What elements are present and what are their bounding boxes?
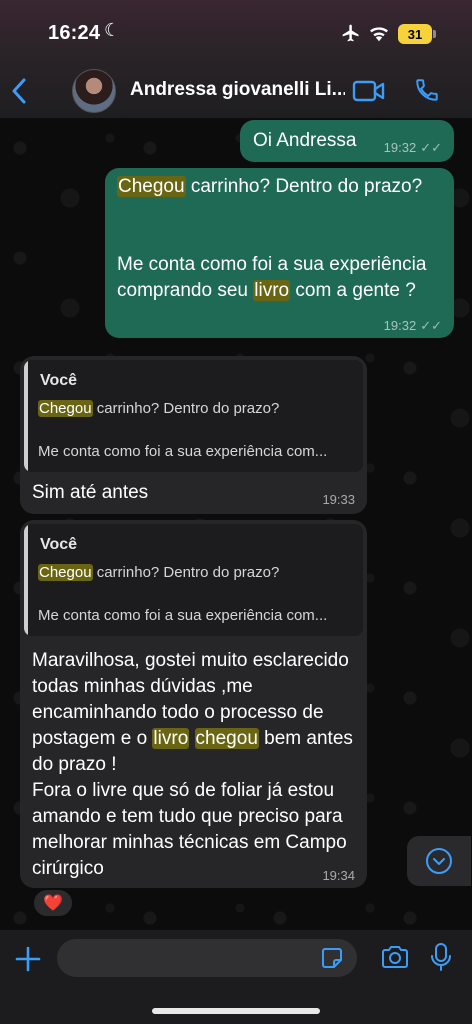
quoted-message[interactable]: Você Chegou carrinho? Dentro do prazo? M… — [24, 524, 363, 636]
wifi-icon — [370, 27, 388, 42]
message-time: 19:34 — [322, 868, 355, 883]
video-call-icon[interactable] — [352, 78, 386, 104]
message-time: 19:32 — [383, 140, 417, 155]
back-icon[interactable] — [8, 76, 32, 106]
airplane-mode-icon — [342, 24, 359, 42]
scroll-down-icon — [426, 848, 452, 874]
message-bubble-outgoing[interactable]: Oi Andressa 19:32 ✓✓ — [240, 120, 454, 162]
message-bubble-incoming[interactable]: Você Chegou carrinho? Dentro do prazo? M… — [20, 520, 367, 888]
chat-area[interactable]: Oi Andressa 19:32 ✓✓ Chegou carrinho? Den… — [0, 118, 472, 930]
phone-call-icon[interactable] — [414, 76, 440, 104]
contact-name[interactable]: Andressa giovanelli Li... — [130, 79, 345, 101]
battery-indicator: 31 — [398, 24, 432, 44]
message-text: Maravilhosa, gostei muito esclarecido to… — [32, 650, 353, 879]
composer-bar — [0, 930, 472, 1024]
search-highlight: livro — [253, 280, 291, 301]
quote-author: Você — [40, 536, 78, 553]
quote-accent-bar — [24, 524, 28, 636]
message-bubble-incoming[interactable]: Você Chegou carrinho? Dentro do prazo? M… — [20, 356, 367, 514]
message-time: 19:33 — [322, 492, 355, 507]
reaction-badge[interactable]: ❤️ — [32, 888, 74, 918]
top-area: 16:24 ☾ 31 Andressa giovanelli Li... — [0, 0, 472, 118]
search-highlight: Chegou — [117, 176, 186, 197]
quoted-message[interactable]: Você Chegou carrinho? Dentro do prazo? M… — [24, 360, 363, 472]
home-indicator — [152, 1008, 320, 1014]
message-text: Oi Andressa — [253, 130, 357, 151]
scroll-down-button[interactable] — [407, 836, 471, 886]
quote-text-line: Chegou carrinho? Dentro do prazo? — [38, 564, 280, 581]
quote-text-line: Me conta como foi a sua experiência com.… — [38, 443, 328, 460]
plus-icon[interactable] — [14, 945, 42, 973]
message-text: Chegou carrinho? Dentro do prazo? — [117, 176, 423, 197]
message-time: 19:32 — [383, 318, 417, 333]
quote-text-line: Chegou carrinho? Dentro do prazo? — [38, 400, 280, 417]
quote-author: Você — [40, 372, 78, 389]
status-bar: 16:24 ☾ 31 — [0, 0, 472, 64]
message-meta: 19:32 ✓✓ — [384, 140, 442, 156]
camera-icon[interactable] — [380, 944, 410, 970]
message-text: Me conta como foi a sua experiência comp… — [117, 254, 427, 301]
quote-text-line: Me conta como foi a sua experiência com.… — [38, 607, 328, 624]
search-highlight: livro — [152, 728, 190, 749]
focus-moon-icon: ☾ — [104, 20, 121, 40]
search-highlight: chegou — [194, 728, 259, 749]
message-meta: 19:32 ✓✓ — [384, 318, 442, 334]
battery-cap — [433, 30, 436, 38]
message-text: Sim até antes — [32, 482, 149, 503]
microphone-icon[interactable] — [430, 942, 452, 972]
read-receipt-icon: ✓✓ — [420, 318, 442, 333]
chat-header: Andressa giovanelli Li... — [0, 64, 472, 118]
quote-accent-bar — [24, 360, 28, 472]
message-input[interactable] — [57, 939, 357, 977]
sticker-icon[interactable] — [320, 946, 344, 970]
read-receipt-icon: ✓✓ — [420, 140, 442, 155]
contact-avatar[interactable] — [72, 69, 116, 113]
status-time: 16:24 — [48, 22, 101, 44]
message-bubble-outgoing[interactable]: Chegou carrinho? Dentro do prazo? Me con… — [105, 168, 454, 338]
